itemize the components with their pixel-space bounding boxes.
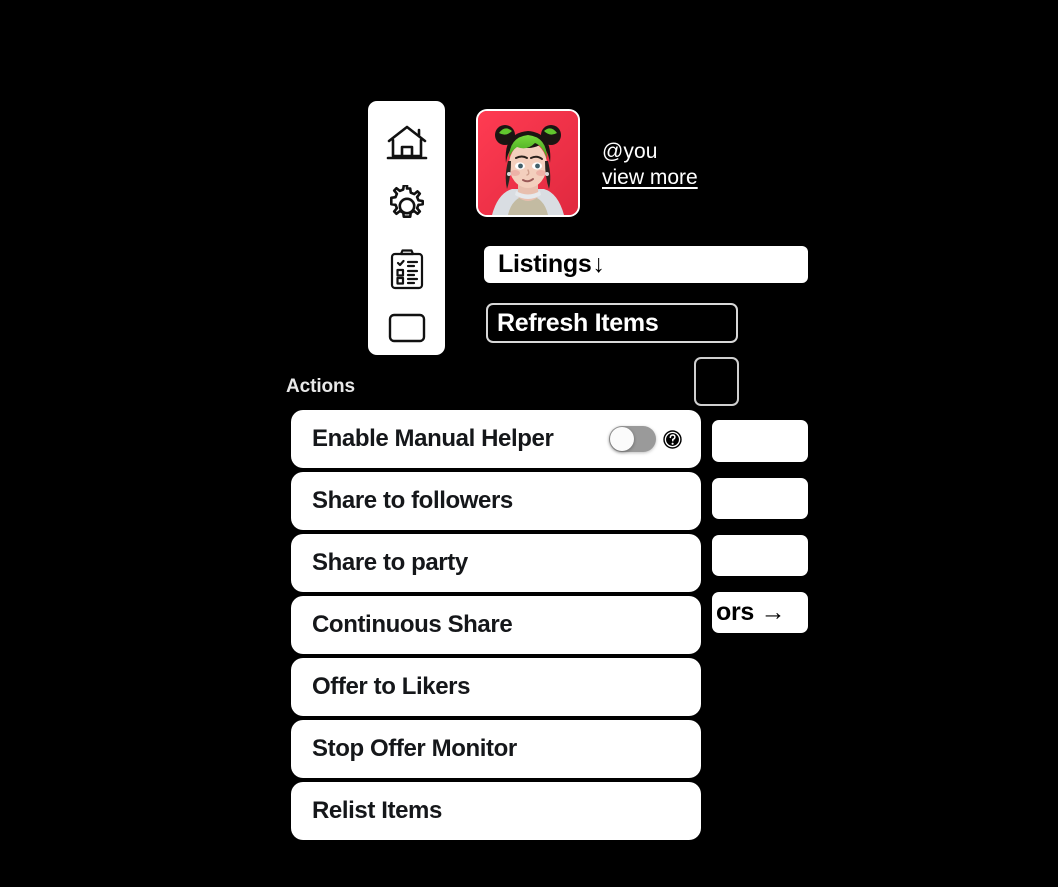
home-icon [385,123,429,163]
sidebar-item-tasks[interactable] [384,249,430,291]
sidebar-item-home[interactable] [384,123,430,163]
toggle-knob [610,427,634,451]
occluded-outlined-button[interactable] [694,357,739,406]
question-mark-circle-icon[interactable] [662,429,683,450]
occluded-right-box-3[interactable] [712,535,808,576]
action-label: Offer to Likers [312,673,471,700]
card-icon [387,313,427,343]
action-label: Continuous Share [312,611,513,638]
action-label: Share to party [312,549,468,576]
gear-icon [386,185,428,227]
view-more-link[interactable]: view more [602,165,698,191]
action-share-to-party[interactable]: Share to party [291,534,701,592]
actions-section-label: Actions [286,376,355,397]
action-label: Relist Items [312,797,442,824]
refresh-items-button[interactable]: Refresh Items [486,303,738,343]
profile-handle: @you [602,140,658,163]
manual-helper-toggle[interactable] [609,426,656,452]
listings-dropdown-value: Listings [498,250,592,278]
listings-dropdown[interactable]: Listings ↓ [484,246,808,283]
occluded-right-cta-button[interactable]: ors → [712,592,808,633]
occluded-right-box-1[interactable] [712,420,808,462]
chevron-down-icon: ↓ [592,250,605,278]
action-controls [609,426,683,452]
action-label: Share to followers [312,487,513,514]
action-relist-items[interactable]: Relist Items [291,782,701,840]
app-root: @you view more Listings ↓ Refresh Items … [0,0,1058,887]
sidebar-item-card[interactable] [384,313,430,343]
occluded-right-box-2[interactable] [712,478,808,519]
clipboard-checklist-icon [388,249,426,291]
action-label: Enable Manual Helper [312,425,554,452]
actions-list: Enable Manual Helper Share to followers [291,410,701,844]
avatar[interactable] [478,111,578,215]
icon-rail [368,101,445,355]
action-share-to-followers[interactable]: Share to followers [291,472,701,530]
action-offer-to-likers[interactable]: Offer to Likers [291,658,701,716]
action-stop-offer-monitor[interactable]: Stop Offer Monitor [291,720,701,778]
sidebar-item-settings[interactable] [384,185,430,227]
action-enable-manual-helper[interactable]: Enable Manual Helper [291,410,701,468]
profile-info: @you view more [602,139,812,191]
action-label: Stop Offer Monitor [312,735,517,762]
action-continuous-share[interactable]: Continuous Share [291,596,701,654]
